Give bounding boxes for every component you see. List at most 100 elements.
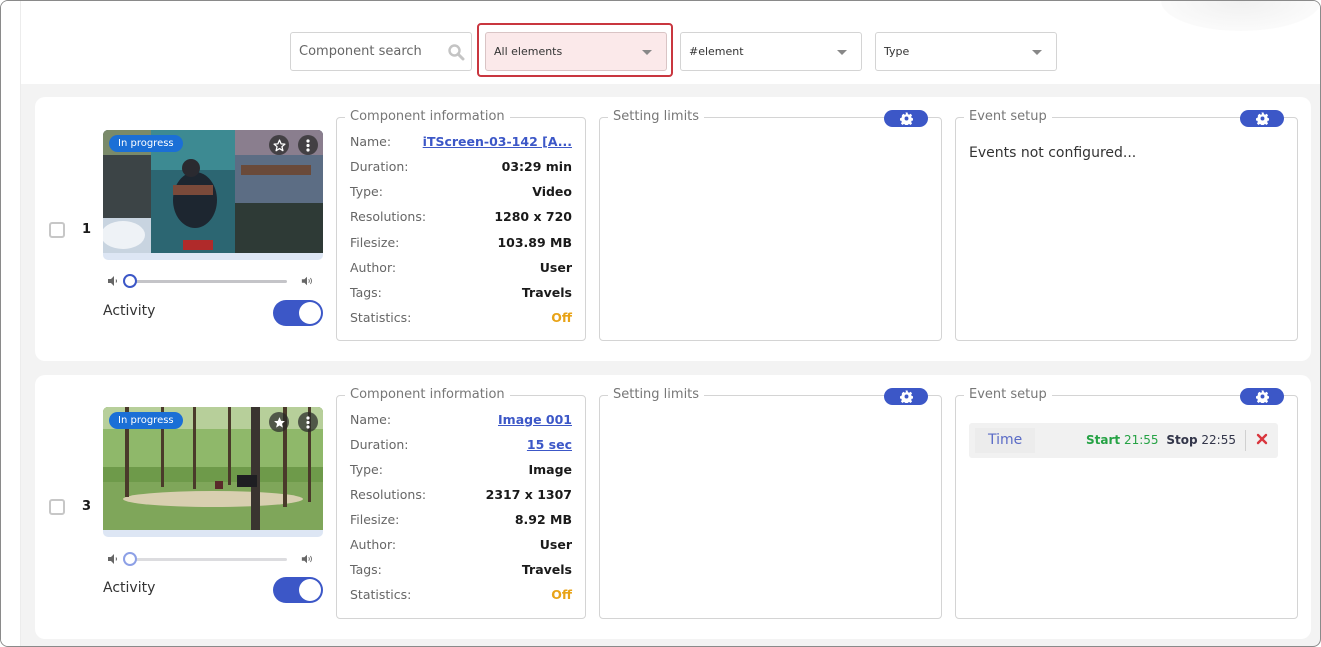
event-times: Start 21:55 Stop 22:55 <box>1086 433 1236 447</box>
gear-icon <box>1256 112 1269 125</box>
row-checkbox[interactable] <box>49 499 65 515</box>
info-row-filesize: Filesize: 103.89 MB <box>350 233 572 251</box>
info-key: Name: <box>350 134 391 149</box>
status-badge: In progress <box>109 135 183 152</box>
limits-settings-button[interactable] <box>884 110 928 127</box>
info-value: User <box>540 260 572 275</box>
info-value: Travels <box>522 285 572 300</box>
events-settings-button[interactable] <box>1240 110 1284 127</box>
component-information-panel: Component information Name: iTScreen-03-… <box>336 117 586 341</box>
row-checkbox[interactable] <box>49 222 65 238</box>
info-row-resolution: Resolutions: 2317 x 1307 <box>350 485 572 503</box>
duration-link[interactable]: 15 sec <box>527 437 572 452</box>
setting-limits-panel: Setting limits <box>599 395 942 619</box>
info-key: Filesize: <box>350 512 399 527</box>
info-value: 2317 x 1307 <box>486 487 572 502</box>
events-empty-message: Events not configured... <box>969 145 1136 161</box>
info-key: Filesize: <box>350 235 399 250</box>
info-row-filesize: Filesize: 8.92 MB <box>350 510 572 528</box>
volume-slider-track[interactable] <box>125 558 287 561</box>
panel-title: Event setup <box>964 109 1052 124</box>
volume-low-icon[interactable] <box>107 275 119 287</box>
panel-title: Setting limits <box>608 387 704 402</box>
volume-high-icon[interactable] <box>301 553 313 565</box>
volume-slider-track[interactable] <box>125 280 287 283</box>
event-stop-label: Stop <box>1166 433 1197 447</box>
activity-toggle[interactable] <box>273 300 323 326</box>
statistics-status: Off <box>551 310 572 325</box>
volume-high-icon[interactable] <box>301 275 313 287</box>
elements-select[interactable]: All elements <box>485 32 667 71</box>
info-row-resolution: Resolutions: 1280 x 720 <box>350 207 572 225</box>
row-number: 3 <box>82 499 91 514</box>
statistics-status: Off <box>551 587 572 602</box>
panel-title: Component information <box>345 109 510 124</box>
volume-control <box>107 273 317 289</box>
info-key: Duration: <box>350 159 409 174</box>
event-start-time: 21:55 <box>1124 433 1159 447</box>
panel-title: Component information <box>345 387 510 402</box>
component-card: 3 In progress <box>35 375 1311 639</box>
hashtag-select-value: #element <box>689 45 744 58</box>
more-options-button[interactable] <box>298 412 318 432</box>
left-strip <box>1 1 21 646</box>
info-key: Resolutions: <box>350 209 426 224</box>
app-window: All elements #element Type 1 <box>0 0 1321 647</box>
info-row-type: Type: Image <box>350 460 572 478</box>
chevron-down-icon <box>1032 50 1042 55</box>
info-row-name: Name: iTScreen-03-142 [A... <box>350 132 572 150</box>
info-key: Author: <box>350 260 396 275</box>
activity-label: Activity <box>103 580 155 596</box>
info-value: 103.89 MB <box>497 235 572 250</box>
info-value: Image <box>528 462 572 477</box>
more-options-button[interactable] <box>298 135 318 155</box>
event-stop-time: 22:55 <box>1201 433 1236 447</box>
volume-slider-handle[interactable] <box>123 274 137 288</box>
info-row-type: Type: Video <box>350 182 572 200</box>
info-row-statistics: Statistics: Off <box>350 308 572 326</box>
limits-settings-button[interactable] <box>884 388 928 405</box>
status-badge: In progress <box>109 412 183 429</box>
star-outline-icon <box>273 139 286 152</box>
divider <box>1245 430 1246 451</box>
info-key: Resolutions: <box>350 487 426 502</box>
info-row-name: Name: Image 001 <box>350 410 572 428</box>
info-key: Name: <box>350 412 391 427</box>
info-key: Duration: <box>350 437 409 452</box>
hashtag-select[interactable]: #element <box>680 32 862 71</box>
favorite-button[interactable] <box>269 135 289 155</box>
component-thumbnail[interactable]: In progress <box>103 130 323 260</box>
info-row-author: Author: User <box>350 535 572 553</box>
star-filled-icon <box>273 416 286 429</box>
delete-event-icon[interactable] <box>1255 432 1269 446</box>
volume-low-icon[interactable] <box>107 553 119 565</box>
setting-limits-panel: Setting limits <box>599 117 942 341</box>
info-key: Statistics: <box>350 310 411 325</box>
info-value: 1280 x 720 <box>494 209 572 224</box>
info-key: Tags: <box>350 285 382 300</box>
info-row-duration: Duration: 15 sec <box>350 435 572 453</box>
gear-icon <box>900 112 913 125</box>
component-card: 1 In progress <box>35 97 1311 361</box>
info-row-tags: Tags: Travels <box>350 283 572 301</box>
component-name-link[interactable]: Image 001 <box>498 412 572 427</box>
component-information-panel: Component information Name: Image 001 Du… <box>336 395 586 619</box>
chevron-down-icon <box>837 50 847 55</box>
component-thumbnail[interactable]: In progress <box>103 407 323 537</box>
row-number: 1 <box>82 222 91 237</box>
panel-title: Event setup <box>964 387 1052 402</box>
favorite-button[interactable] <box>269 412 289 432</box>
events-settings-button[interactable] <box>1240 388 1284 405</box>
event-item[interactable]: Time Start 21:55 Stop 22:55 <box>969 423 1278 458</box>
component-search-field[interactable] <box>290 32 472 71</box>
component-search-input[interactable] <box>299 44 439 59</box>
gear-icon <box>900 390 913 403</box>
volume-slider-handle[interactable] <box>123 552 137 566</box>
search-icon[interactable] <box>447 43 465 61</box>
activity-toggle[interactable] <box>273 577 323 603</box>
activity-label: Activity <box>103 303 155 319</box>
type-select[interactable]: Type <box>875 32 1057 71</box>
component-name-link[interactable]: iTScreen-03-142 [A... <box>423 134 572 149</box>
info-row-tags: Tags: Travels <box>350 560 572 578</box>
decorative-glow <box>1161 0 1321 31</box>
